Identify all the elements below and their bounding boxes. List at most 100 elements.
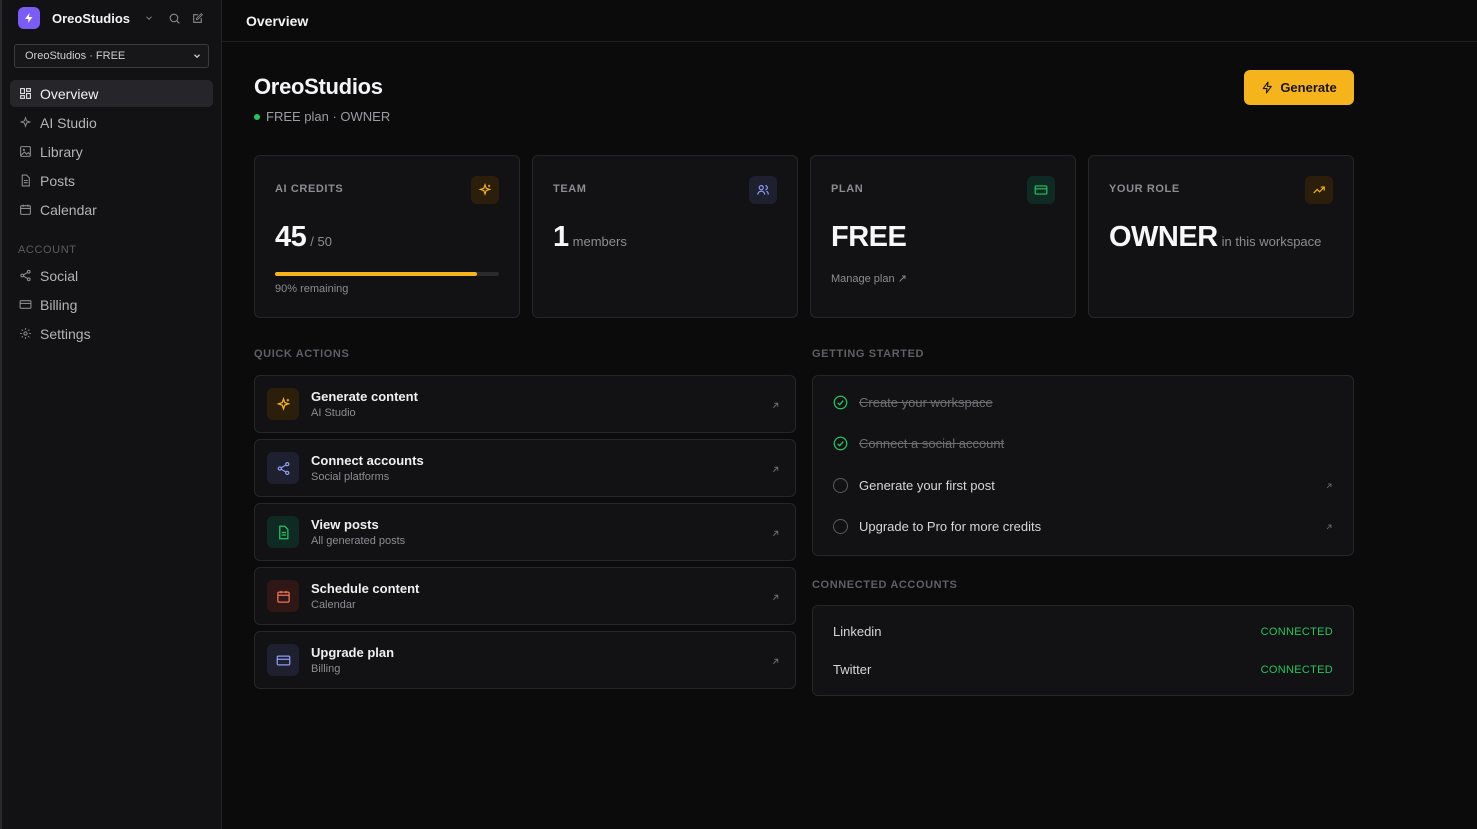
quick-action-title: Upgrade plan <box>311 645 395 660</box>
file-icon <box>18 174 32 188</box>
quick-action-generate-content[interactable]: Generate content AI Studio <box>254 375 796 433</box>
quick-action-title: View posts <box>311 517 379 532</box>
quick-action-schedule-content[interactable]: Schedule content Calendar <box>254 567 796 625</box>
sidebar-item-library[interactable]: Library <box>10 138 213 165</box>
team-suffix: members <box>572 234 627 249</box>
credits-total: / 50 <box>310 234 332 249</box>
role-name: OWNER <box>1109 221 1218 253</box>
image-icon <box>18 145 32 159</box>
quick-actions-list: Generate content AI Studio Connect accoun… <box>254 375 796 695</box>
share-icon <box>18 269 32 283</box>
checklist-item-create-workspace: Create your workspace <box>833 395 1333 410</box>
sparkles-icon <box>18 116 32 130</box>
card-icon <box>267 644 299 676</box>
sidebar-item-label: Calendar <box>40 201 97 218</box>
checklist-item-upgrade-pro[interactable]: Upgrade to Pro for more credits <box>833 519 1333 534</box>
search-icon[interactable] <box>168 12 181 25</box>
checklist-item-label: Generate your first post <box>859 478 995 493</box>
compose-icon[interactable] <box>191 12 204 25</box>
sidebar-item-billing[interactable]: Billing <box>10 291 213 318</box>
calendar-icon <box>18 203 32 217</box>
team-card: TEAM 1 members <box>532 155 798 318</box>
sparkles-icon <box>267 388 299 420</box>
generate-button[interactable]: Generate <box>1244 70 1354 105</box>
card-label: YOUR ROLE <box>1109 183 1180 195</box>
credits-remaining: 90% remaining <box>275 283 349 295</box>
stat-cards: AI CREDITS 45 / 50 90% remaining TEAM 1 … <box>254 155 1354 318</box>
credits-progress-fill <box>275 272 477 276</box>
sidebar-item-calendar[interactable]: Calendar <box>10 196 213 223</box>
plan-card: PLAN FREE Manage plan ↗ <box>810 155 1076 318</box>
sidebar-header: OreoStudios <box>2 0 221 36</box>
empty-circle-icon <box>833 478 848 493</box>
credits-number: 45 <box>275 221 307 253</box>
sidebar-item-label: Social <box>40 267 79 284</box>
generate-button-label: Generate <box>1280 80 1337 95</box>
sidebar: OreoStudios OreoStudios · FREE Overview … <box>0 0 222 829</box>
plan-role-text: FREE plan · OWNER <box>266 109 391 124</box>
sidebar-item-label: Posts <box>40 172 76 189</box>
checklist-item-label: Upgrade to Pro for more credits <box>859 519 1042 534</box>
workspace-select[interactable]: OreoStudios · FREE <box>14 44 209 68</box>
topbar-title: Overview <box>222 0 1477 42</box>
credits-progress-bar <box>275 272 499 276</box>
chevron-down-icon <box>194 54 200 59</box>
check-circle-icon <box>833 436 848 451</box>
main-area: Overview OreoStudios FREE plan · OWNER G… <box>222 0 1477 829</box>
connected-accounts-title: CONNECTED ACCOUNTS <box>812 579 958 591</box>
quick-action-subtitle: Billing <box>311 663 341 675</box>
account-name: Twitter <box>833 662 872 677</box>
gear-icon <box>18 327 32 341</box>
arrow-up-right-icon <box>771 654 780 669</box>
plan-name: FREE <box>831 221 907 253</box>
checklist-item-label: Connect a social account <box>859 436 1005 451</box>
credits-value: 45 / 50 <box>275 221 332 254</box>
status-dot <box>254 113 260 120</box>
sidebar-item-social[interactable]: Social <box>10 262 213 289</box>
role-value: OWNER in this workspace <box>1109 221 1321 254</box>
quick-action-upgrade-plan[interactable]: Upgrade plan Billing <box>254 631 796 689</box>
check-circle-icon <box>833 395 848 410</box>
page-title: OreoStudios <box>254 74 383 99</box>
workspace-select-value: OreoStudios · FREE <box>25 50 126 62</box>
brand-name[interactable]: OreoStudios <box>52 11 130 26</box>
getting-started-title: GETTING STARTED <box>812 348 925 360</box>
sidebar-item-settings[interactable]: Settings <box>10 320 213 347</box>
manage-plan-link[interactable]: Manage plan ↗ <box>831 272 907 285</box>
team-value: 1 members <box>553 221 627 254</box>
overview-content: OreoStudios FREE plan · OWNER Generate A… <box>254 42 1354 696</box>
connected-accounts-list: Linkedin CONNECTED Twitter CONNECTED <box>812 605 1354 696</box>
account-row-linkedin: Linkedin CONNECTED <box>833 624 1333 639</box>
chevron-down-icon[interactable] <box>144 11 154 26</box>
arrow-up-right-icon <box>771 462 780 477</box>
plan-value: FREE <box>831 221 907 254</box>
role-suffix: in this workspace <box>1221 234 1322 249</box>
quick-action-title: Connect accounts <box>311 453 424 468</box>
quick-action-view-posts[interactable]: View posts All generated posts <box>254 503 796 561</box>
users-icon <box>749 176 777 204</box>
quick-actions-title: QUICK ACTIONS <box>254 348 350 360</box>
card-icon <box>18 298 32 312</box>
bolt-icon <box>25 13 33 23</box>
sidebar-item-ai-studio[interactable]: AI Studio <box>10 109 213 136</box>
checklist-item-label: Create your workspace <box>859 395 993 410</box>
card-label: AI CREDITS <box>275 183 344 195</box>
ai-credits-card: AI CREDITS 45 / 50 90% remaining <box>254 155 520 318</box>
sidebar-item-overview[interactable]: Overview <box>10 80 213 107</box>
checklist-item-generate-post[interactable]: Generate your first post <box>833 478 1333 493</box>
sidebar-item-posts[interactable]: Posts <box>10 167 213 194</box>
quick-action-connect-accounts[interactable]: Connect accounts Social platforms <box>254 439 796 497</box>
sparkles-icon <box>471 176 499 204</box>
sidebar-item-label: Overview <box>40 85 99 102</box>
brand-logo[interactable] <box>18 7 40 29</box>
sidebar-item-label: AI Studio <box>40 114 97 131</box>
sidebar-item-label: Billing <box>40 296 78 313</box>
calendar-icon <box>267 580 299 612</box>
checklist-item-connect-social: Connect a social account <box>833 436 1333 451</box>
arrow-up-right-icon <box>771 590 780 605</box>
quick-action-subtitle: All generated posts <box>311 535 406 547</box>
card-icon <box>1027 176 1055 204</box>
bolt-icon <box>1262 81 1273 94</box>
quick-action-title: Schedule content <box>311 581 420 596</box>
empty-circle-icon <box>833 519 848 534</box>
